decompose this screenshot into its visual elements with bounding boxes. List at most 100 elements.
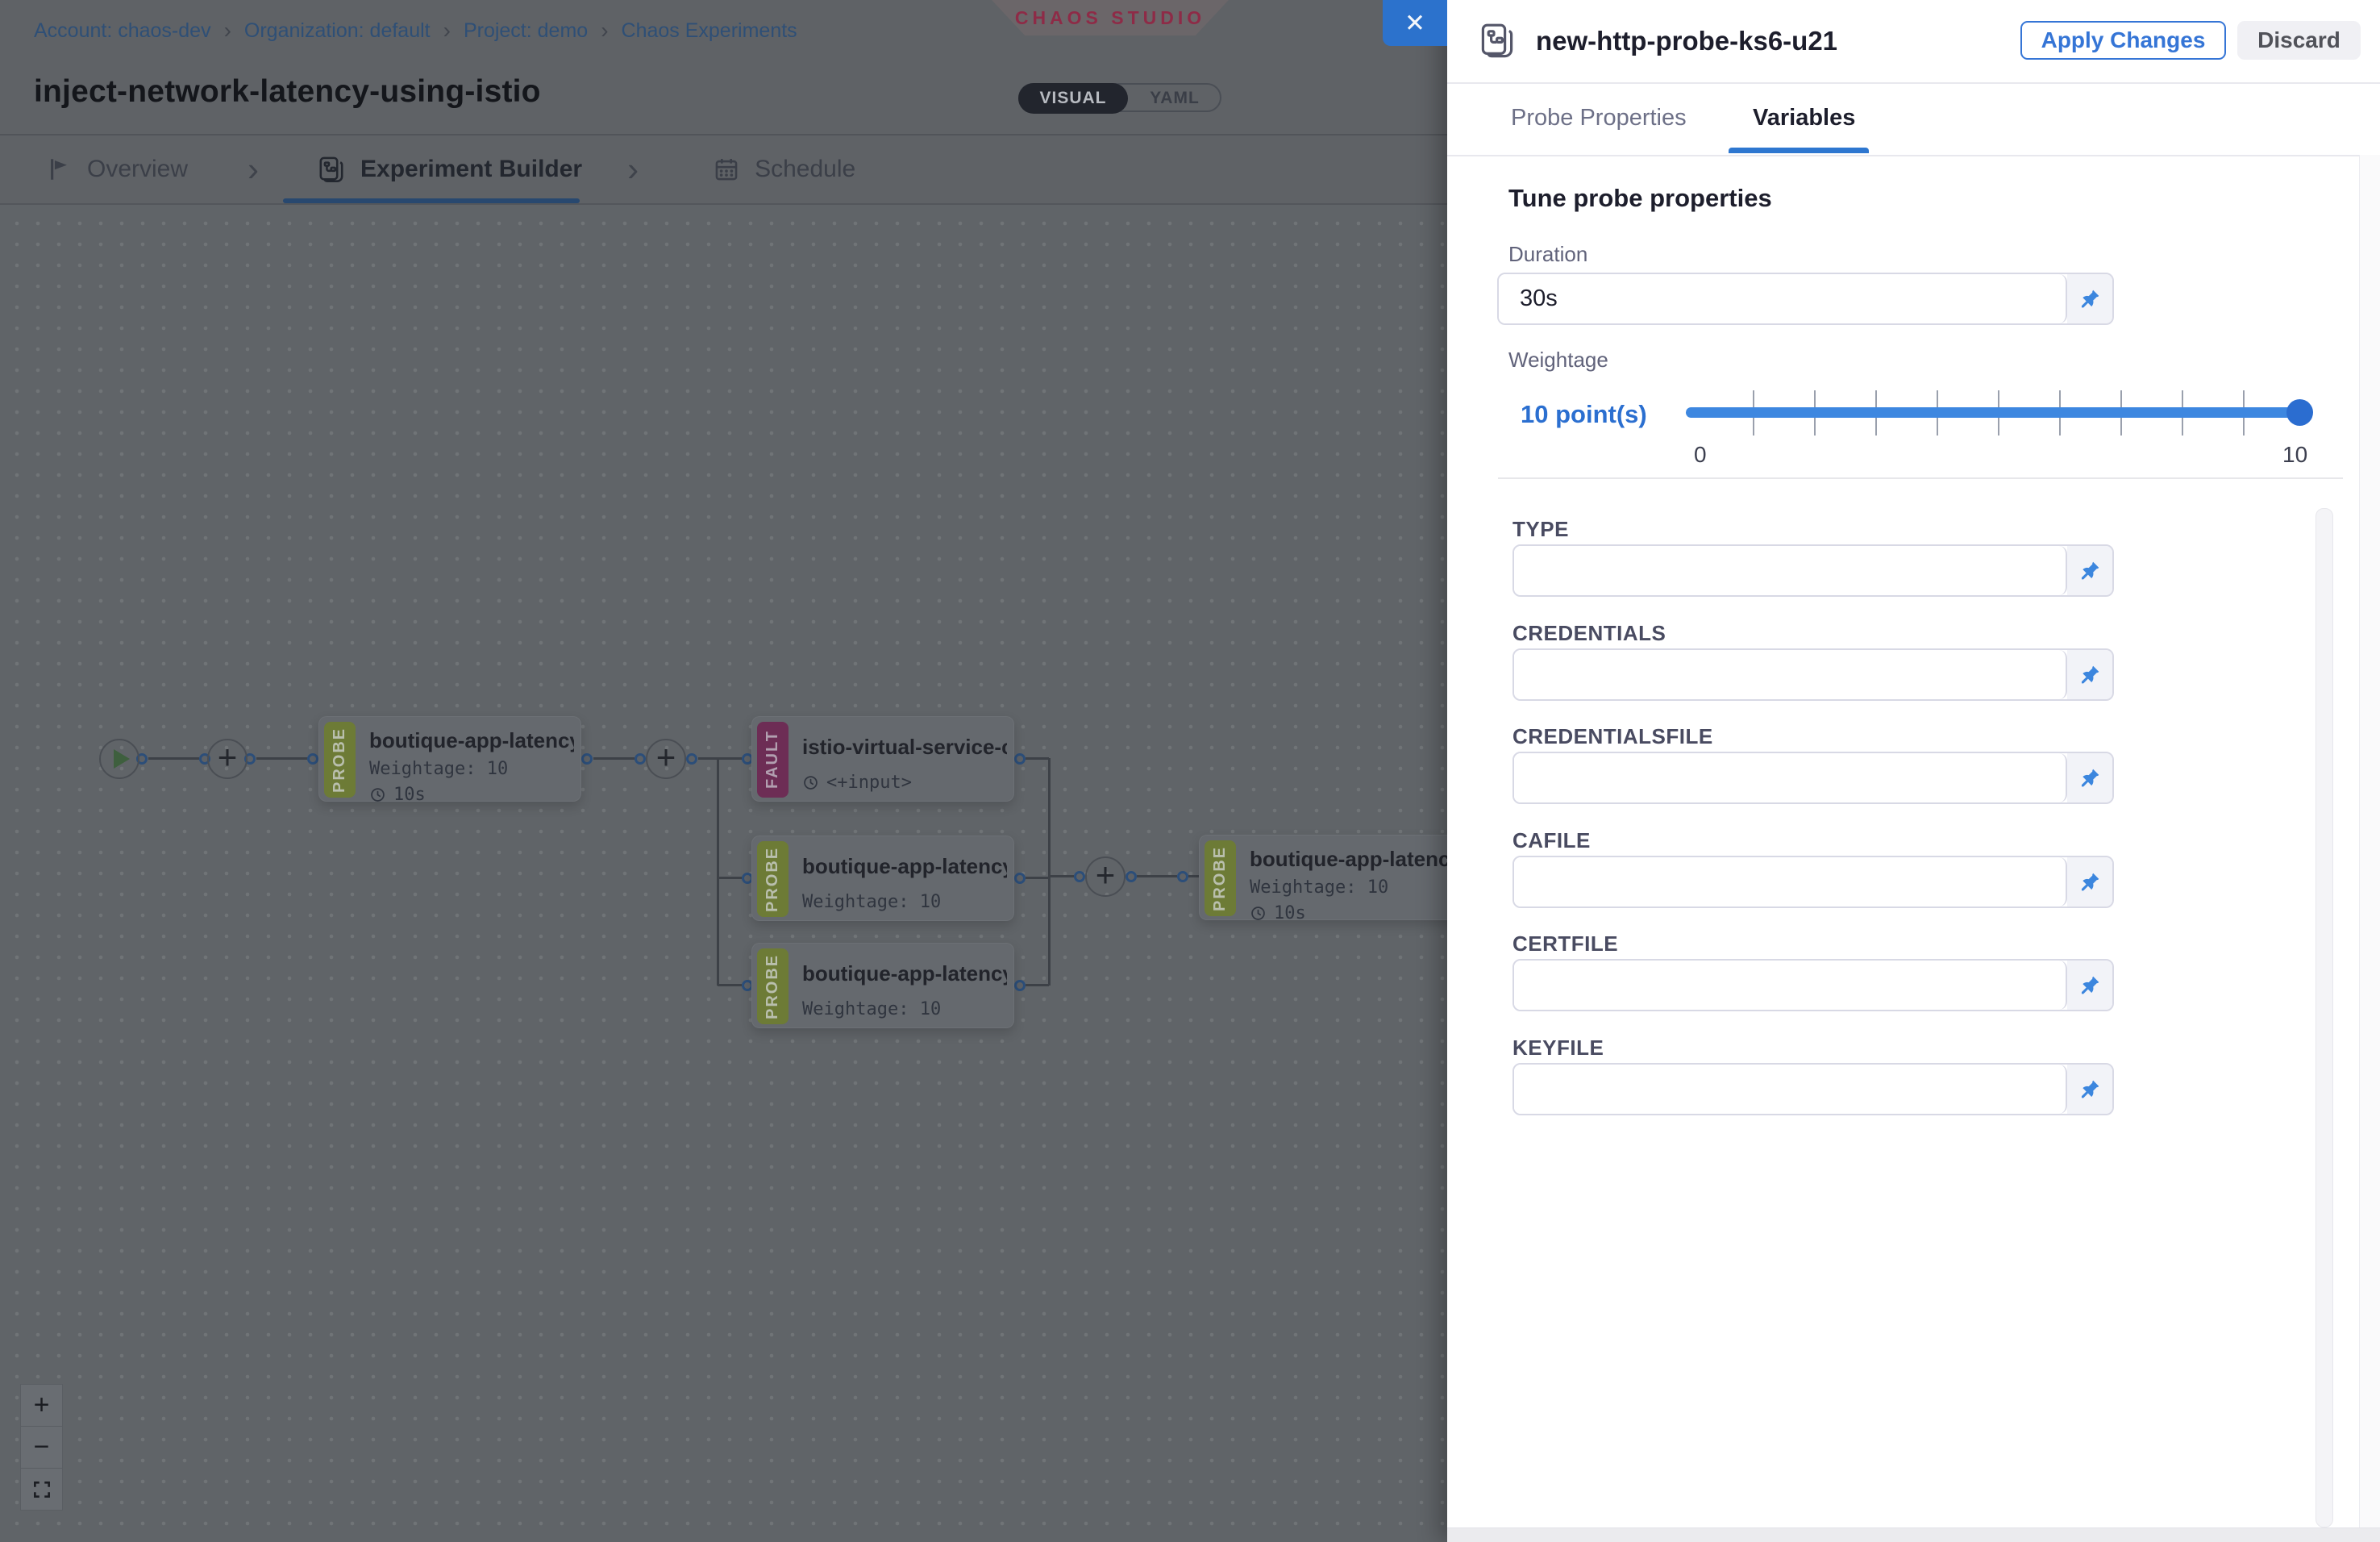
edge <box>1188 875 1199 877</box>
tab-probe-properties[interactable]: Probe Properties <box>1511 105 1687 131</box>
apply-changes-button[interactable]: Apply Changes <box>2020 21 2226 60</box>
visual-yaml-toggle: VISUAL YAML <box>1018 83 1221 112</box>
edge <box>1051 875 1074 877</box>
edge <box>718 984 742 986</box>
discard-button[interactable]: Discard <box>2237 21 2361 60</box>
field-label-credentialsfile: CREDENTIALSFILE <box>1512 724 1713 749</box>
edge <box>1048 758 1051 986</box>
type-pin-button[interactable] <box>2067 546 2112 595</box>
node-duration: 10s <box>369 785 574 805</box>
certfile-input[interactable] <box>1514 961 2067 1010</box>
experiment-builder-icon <box>317 155 346 184</box>
toggle-yaml[interactable]: YAML <box>1128 85 1221 112</box>
cafile-pin-button[interactable] <box>2067 857 2112 906</box>
weightage-label: Weightage <box>1508 348 1608 373</box>
add-step-button[interactable]: + <box>207 739 248 779</box>
duration-input[interactable]: 30s <box>1499 274 2067 323</box>
node-probe-1[interactable]: PROBE boutique-app-latency-ch... Weighta… <box>318 716 581 802</box>
node-fault[interactable]: FAULT istio-virtual-service-crea... <+in… <box>751 716 1014 802</box>
edge <box>1026 757 1049 760</box>
certfile-pin-button[interactable] <box>2067 961 2112 1010</box>
experiment-canvas-region: Account: chaos-dev › Organization: defau… <box>0 0 1447 1542</box>
edge <box>1026 877 1049 879</box>
node-probe-2[interactable]: PROBE boutique-app-latency-ch... Weighta… <box>751 836 1014 921</box>
start-node[interactable] <box>99 739 139 779</box>
fit-to-screen-button[interactable] <box>20 1468 63 1511</box>
credentialsfile-pin-button[interactable] <box>2067 753 2112 802</box>
breadcrumb-account[interactable]: Account: chaos-dev <box>34 19 211 43</box>
tab-schedule[interactable]: Schedule <box>713 156 855 183</box>
cafile-input[interactable] <box>1514 857 2067 906</box>
credentials-pin-button[interactable] <box>2067 650 2112 699</box>
duration-label: Duration <box>1508 242 1587 267</box>
probe-config-panel: new-http-probe-ks6-u21 Apply Changes Dis… <box>1447 0 2380 1542</box>
connector-port <box>1014 873 1026 884</box>
zoom-in-button[interactable]: + <box>20 1384 63 1427</box>
chevron-right-icon: › <box>627 152 639 186</box>
clock-icon <box>1250 905 1267 922</box>
node-duration: 10s <box>1250 903 1454 923</box>
node-title: boutique-app-latency-ch... <box>369 728 574 753</box>
close-panel-button[interactable]: ✕ <box>1383 0 1447 46</box>
breadcrumb-chaos-experiments[interactable]: Chaos Experiments <box>622 19 797 43</box>
breadcrumb-separator: › <box>224 18 231 44</box>
field-group-type <box>1512 544 2114 597</box>
breadcrumb-organization[interactable]: Organization: default <box>244 19 431 43</box>
play-icon <box>114 749 130 769</box>
divider <box>1447 82 2380 84</box>
weightage-slider[interactable] <box>1686 407 2297 418</box>
edge <box>1026 984 1049 986</box>
fields-scrollbar-thumb[interactable] <box>2316 508 2333 1527</box>
breadcrumb-project[interactable]: Project: demo <box>464 19 588 43</box>
node-probe-3[interactable]: PROBE boutique-app-latency-ch... Weighta… <box>751 943 1014 1028</box>
edge <box>717 758 719 986</box>
panel-scrollbar-track[interactable] <box>2359 155 2380 1527</box>
pin-icon <box>2078 767 2101 790</box>
tab-experiment-builder[interactable]: Experiment Builder <box>317 155 582 184</box>
duration-input-group: 30s <box>1497 273 2114 325</box>
toggle-visual[interactable]: VISUAL <box>1018 83 1128 114</box>
node-probe-4[interactable]: PROBE boutique-app-latency-ch... Weighta… <box>1199 835 1462 920</box>
canvas-zoom-controls: + − <box>20 1384 63 1511</box>
horizontal-scrollbar-track[interactable] <box>1447 1527 2380 1542</box>
probe-icon <box>1478 21 1517 60</box>
weightage-value: 10 point(s) <box>1521 400 1647 429</box>
connector-port <box>1126 871 1137 882</box>
connector-port <box>1177 871 1188 882</box>
pin-icon <box>2078 288 2101 310</box>
chevron-right-icon: › <box>248 152 259 186</box>
field-label-credentials: CREDENTIALS <box>1512 621 1666 646</box>
pin-icon <box>2078 664 2101 686</box>
node-title: istio-virtual-service-crea... <box>802 735 1007 760</box>
experiment-topbar: Account: chaos-dev › Organization: defau… <box>0 0 1447 203</box>
edge <box>148 757 199 760</box>
field-label-type: TYPE <box>1512 517 1569 542</box>
connector-port <box>1074 871 1085 882</box>
add-step-button[interactable]: + <box>1085 856 1126 897</box>
breadcrumb-separator: › <box>601 18 608 44</box>
zoom-out-button[interactable]: − <box>20 1426 63 1469</box>
active-tab-underline <box>1729 148 1869 153</box>
overview-icon <box>45 156 73 183</box>
duration-pin-button[interactable] <box>2067 274 2112 323</box>
field-label-cafile: CAFILE <box>1512 828 1591 853</box>
type-input[interactable] <box>1514 546 2067 595</box>
breadcrumb-separator: › <box>443 18 451 44</box>
tab-variables[interactable]: Variables <box>1753 105 1855 131</box>
weightage-slider-handle[interactable] <box>2286 399 2313 426</box>
breadcrumb: Account: chaos-dev › Organization: defau… <box>34 18 797 44</box>
keyfile-pin-button[interactable] <box>2067 1065 2112 1114</box>
pin-icon <box>2078 974 2101 997</box>
credentialsfile-input[interactable] <box>1514 753 2067 802</box>
probe-name-title: new-http-probe-ks6-u21 <box>1536 26 1837 56</box>
tab-schedule-label: Schedule <box>755 156 855 183</box>
edge <box>256 757 313 760</box>
credentials-input[interactable] <box>1514 650 2067 699</box>
keyfile-input[interactable] <box>1514 1065 2067 1114</box>
connector-port <box>307 753 318 765</box>
connector-port <box>1014 753 1026 765</box>
add-step-button[interactable]: + <box>646 739 686 779</box>
probe-tag: PROBE <box>757 841 788 917</box>
probe-tag: PROBE <box>757 948 788 1024</box>
tab-overview[interactable]: Overview <box>45 156 188 183</box>
